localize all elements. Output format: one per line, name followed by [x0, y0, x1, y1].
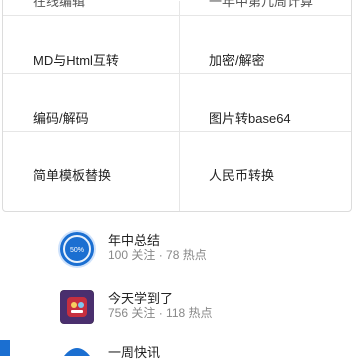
- divider: [3, 73, 351, 74]
- tool-template[interactable]: 简单模板替换: [33, 165, 111, 184]
- side-tab[interactable]: [0, 340, 10, 356]
- topic-meta: 756 关注 · 118 热点: [108, 306, 213, 320]
- topic-item[interactable]: 一周快讯: [60, 342, 260, 360]
- news-icon: [64, 348, 90, 356]
- tool-rmb[interactable]: 人民币转换: [209, 165, 274, 184]
- topic-badge: 50%: [70, 247, 84, 254]
- tool-encode[interactable]: 编码/解码: [33, 108, 89, 127]
- divider: [3, 131, 351, 132]
- tool-encrypt[interactable]: 加密/解密: [209, 50, 265, 69]
- divider: [3, 15, 351, 16]
- topic-item[interactable]: 50% 年中总结 100 关注 · 78 热点: [60, 232, 280, 280]
- divider: [179, 1, 180, 211]
- tool-cut-left[interactable]: 在线编辑: [33, 0, 85, 10]
- topic-avatar: [60, 290, 94, 324]
- tool-md-html[interactable]: MD与Html互转: [33, 50, 119, 69]
- tools-card: 在线编辑 一年中第几周计算 MD与Html互转 加密/解密 编码/解码 图片转b…: [2, 0, 352, 212]
- topic-item[interactable]: 今天学到了 756 关注 · 118 热点: [60, 290, 280, 338]
- tool-image-base64[interactable]: 图片转base64: [209, 108, 291, 127]
- topic-avatar: 50%: [60, 232, 94, 266]
- topic-title[interactable]: 一周快讯: [108, 342, 160, 361]
- progress-ring-icon: 50%: [63, 235, 91, 263]
- book-icon: [60, 290, 94, 324]
- tool-cut-right[interactable]: 一年中第几周计算: [209, 0, 313, 10]
- topic-meta: 100 关注 · 78 热点: [108, 248, 207, 262]
